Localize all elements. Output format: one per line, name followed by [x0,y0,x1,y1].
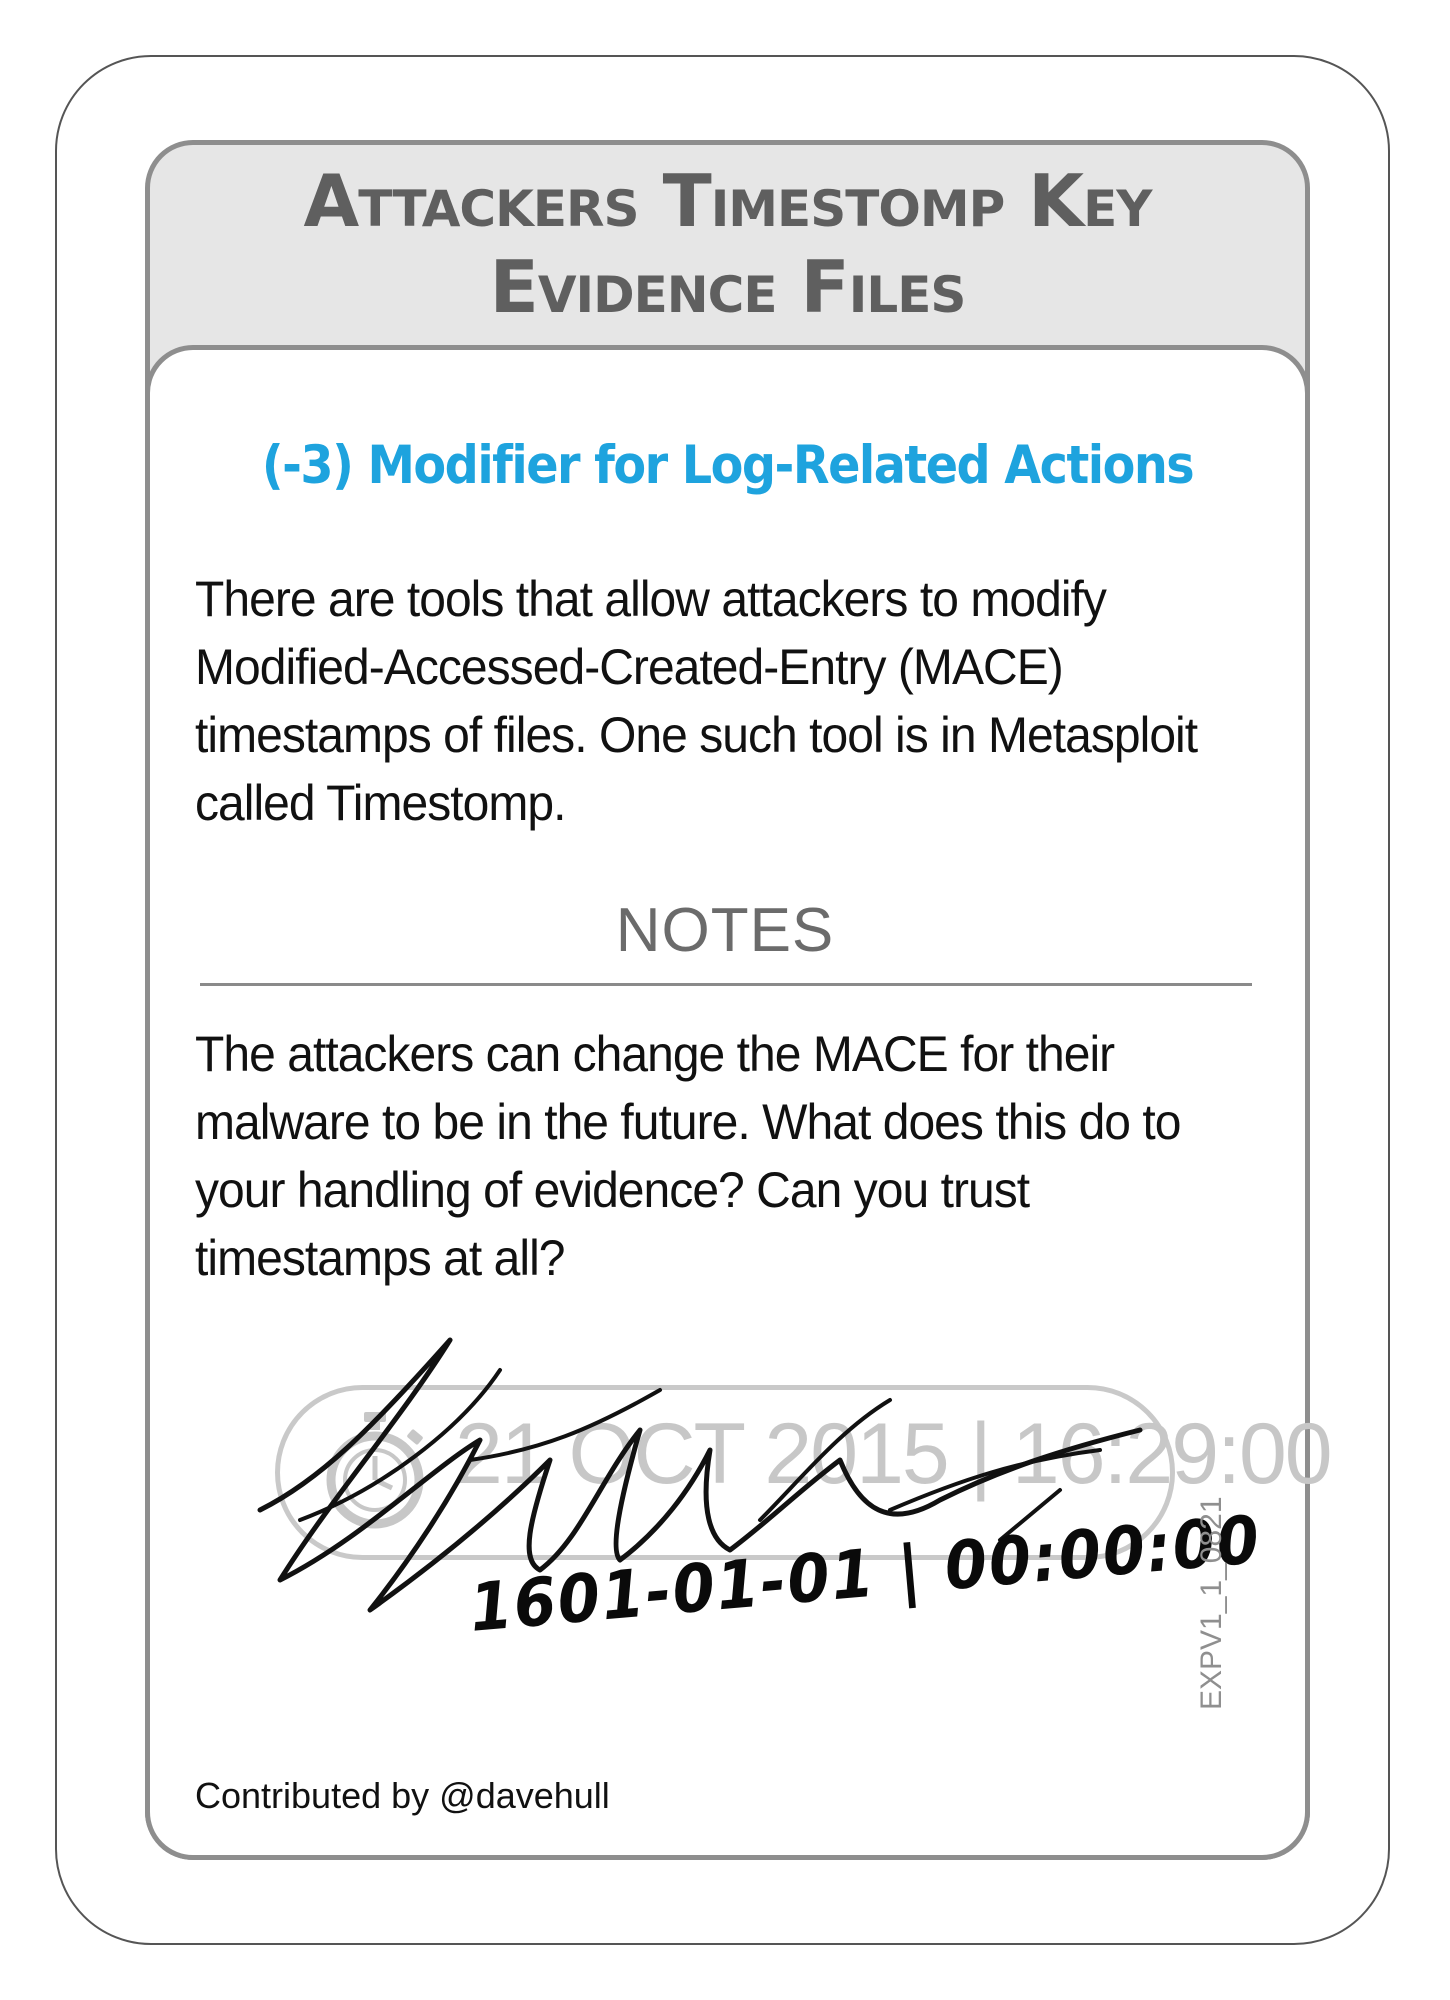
card-code: EXPV1_1_0821 [1195,1496,1228,1710]
card-title: Attackers Timestomp Key Evidence Files [145,158,1310,330]
card-description: There are tools that allow attackers to … [195,571,1198,831]
card-page: Attackers Timestomp Key Evidence Files (… [0,0,1450,2000]
notes-text: The attackers can change the MACE for th… [195,1026,1181,1286]
card-title-line-2: Evidence Files [489,245,967,329]
original-timestamp: 21 OCT 2015 | 16:29:00 [455,1406,1333,1502]
card-title-line-1: Attackers Timestomp Key [303,159,1153,243]
notes-divider [200,983,1252,986]
modifier-heading: (-3) Modifier for Log-Related Actions [261,435,1195,496]
notes-label: NOTES [615,896,835,965]
stopwatch-icon [326,1412,424,1529]
contributor-credit: Contributed by @davehull [195,1775,610,1816]
